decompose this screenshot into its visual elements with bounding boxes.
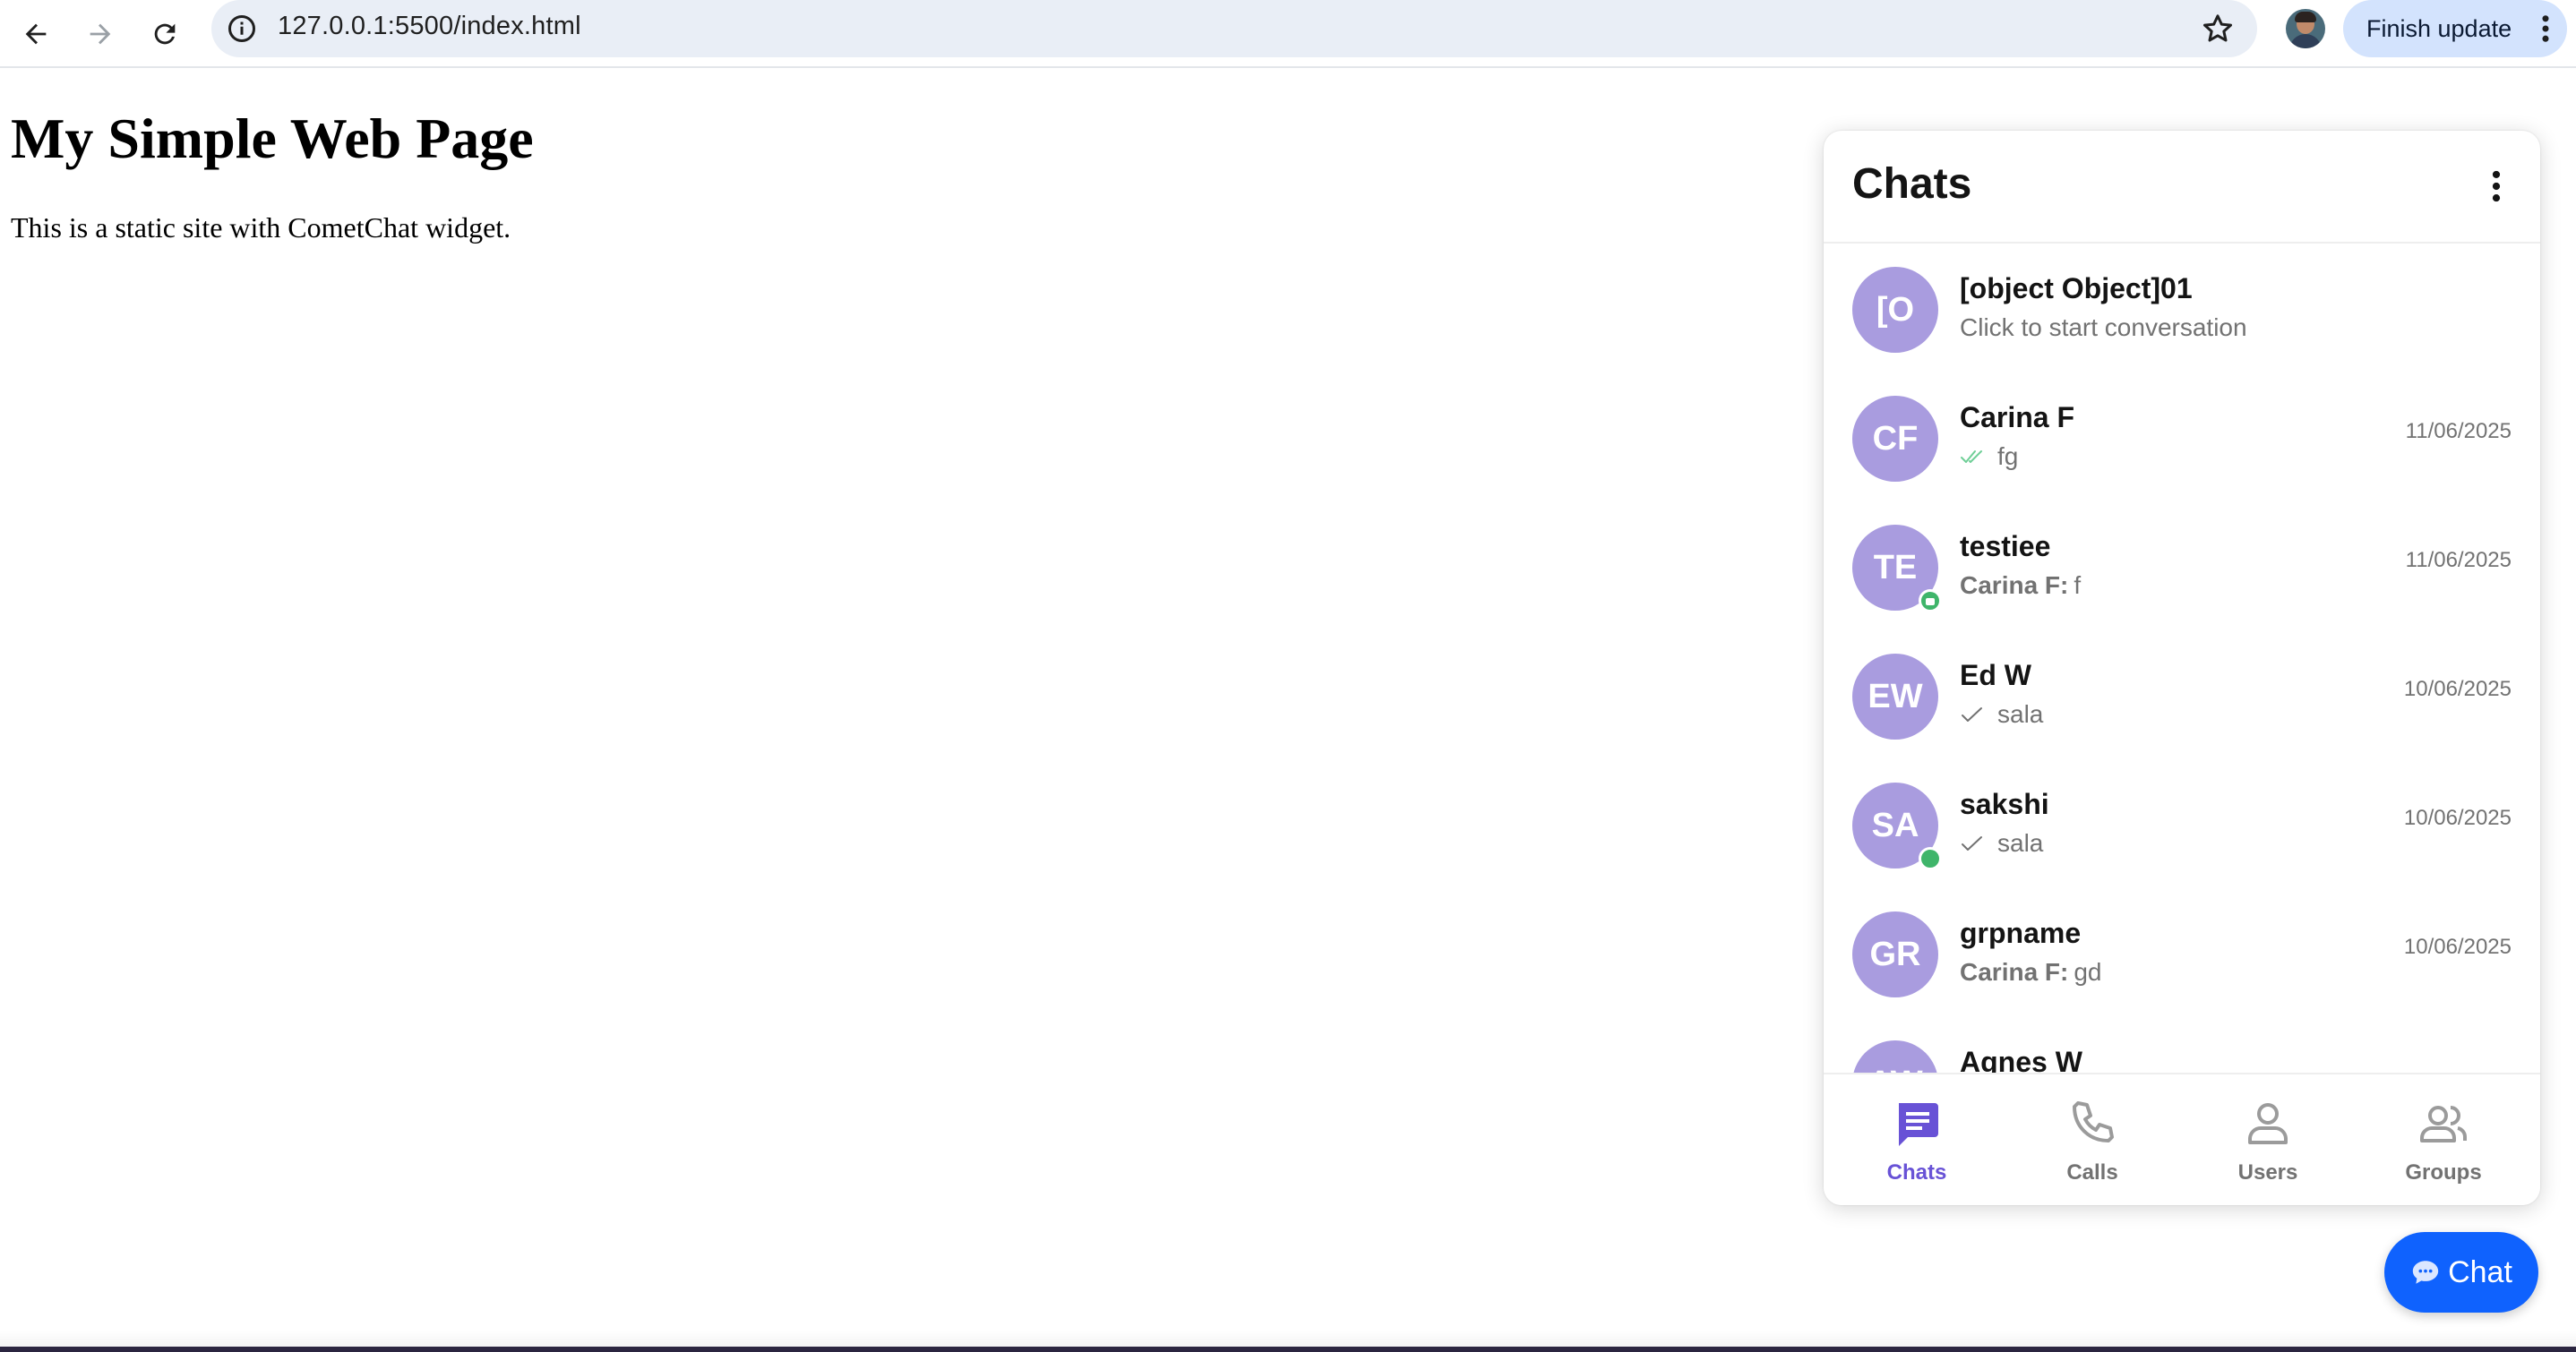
sent-receipt-icon xyxy=(1962,836,1982,851)
group-icon xyxy=(2420,1106,2467,1142)
conversation-item[interactable]: TE testiee Carina F: f 11/06/2025 xyxy=(1824,503,2540,632)
message-sender: Carina F: xyxy=(1960,571,2069,599)
widget-header: Chats xyxy=(1824,131,2540,244)
tab-calls[interactable]: Calls xyxy=(2005,1074,2180,1205)
conversation-date: 10/06/2025 xyxy=(2403,806,2512,830)
forward-button[interactable] xyxy=(75,9,125,59)
conversation-subtitle: Click to start conversation xyxy=(1960,313,2247,342)
more-vert-icon[interactable] xyxy=(2492,170,2501,202)
arrow-left-icon xyxy=(25,23,47,45)
widget-title: Chats xyxy=(1852,160,1972,208)
finish-update-label: Finish update xyxy=(2366,14,2512,42)
last-message: Click to start conversation xyxy=(1960,313,2247,341)
conversation-item[interactable]: CF Carina F fg 11/06/2025 xyxy=(1824,374,2540,503)
more-vert-icon[interactable] xyxy=(2540,14,2551,43)
taskbar-edge xyxy=(0,1347,2576,1352)
info-icon[interactable] xyxy=(226,13,258,45)
conversation-list[interactable]: [O [object Object]01 Click to start conv… xyxy=(1824,245,2540,1073)
avatar: CF xyxy=(1852,396,1938,482)
conversation-name: Ed W xyxy=(1960,659,2031,691)
avatar: [O xyxy=(1852,267,1938,353)
address-bar[interactable]: 127.0.0.1:5500/index.html xyxy=(211,0,2257,57)
profile-avatar[interactable] xyxy=(2286,9,2325,48)
tab-users[interactable]: Users xyxy=(2180,1074,2356,1205)
read-receipt-icon xyxy=(1961,450,1982,463)
conversation-name: [object Object]01 xyxy=(1960,272,2193,304)
user-icon xyxy=(2248,1103,2288,1144)
chat-widget: Chats [O [object Object]01 Click to star… xyxy=(1824,131,2540,1205)
star-icon[interactable] xyxy=(2200,11,2236,47)
tab-chats[interactable]: Chats xyxy=(1829,1074,2005,1205)
conversation-subtitle: Carina F: gd xyxy=(1960,958,2102,987)
private-group-badge xyxy=(1919,589,1942,612)
browser-toolbar: 127.0.0.1:5500/index.html Finish update xyxy=(0,0,2576,68)
launcher-label: Chat xyxy=(2448,1254,2512,1289)
conversation-name: sakshi xyxy=(1960,788,2049,820)
last-message: fg xyxy=(1997,442,2019,470)
last-message: f xyxy=(2074,571,2082,599)
avatar: EW xyxy=(1852,654,1938,740)
conversation-name: Carina F xyxy=(1960,401,2075,433)
conversation-date: 11/06/2025 xyxy=(2405,548,2512,572)
speech-bubble-icon xyxy=(2412,1261,2439,1284)
conversation-subtitle: sala xyxy=(1960,700,2043,729)
conversation-date: 10/06/2025 xyxy=(2403,935,2512,959)
chats-icon xyxy=(1899,1103,1938,1146)
conversation-subtitle: Carina F: f xyxy=(1960,571,2081,600)
message-sender: Carina F: xyxy=(1960,958,2069,986)
online-status-dot xyxy=(1919,847,1942,870)
reload-icon xyxy=(154,23,176,45)
conversation-name: testiee xyxy=(1960,530,2051,562)
conversation-name: Agnes W xyxy=(1960,1046,2082,1073)
page-paragraph: This is a static site with CometChat wid… xyxy=(11,211,511,244)
arrow-right-icon xyxy=(90,23,111,45)
tab-label: Calls xyxy=(2066,1160,2118,1185)
avatar: AW xyxy=(1852,1040,1938,1073)
tab-groups[interactable]: Groups xyxy=(2356,1074,2531,1205)
page-title: My Simple Web Page xyxy=(11,107,534,170)
conversation-subtitle: sala xyxy=(1960,829,2043,858)
last-message: sala xyxy=(1997,700,2044,728)
tab-label: Groups xyxy=(2405,1160,2482,1185)
conversation-subtitle: fg xyxy=(1960,442,2018,471)
conversation-date: 10/06/2025 xyxy=(2403,677,2512,701)
bottom-tab-bar: Chats Calls Users Groups xyxy=(1824,1073,2540,1205)
conversation-item[interactable]: GR grpname Carina F: gd 10/06/2025 xyxy=(1824,890,2540,1019)
last-message: sala xyxy=(1997,829,2044,857)
tab-label: Chats xyxy=(1886,1160,1947,1185)
conversation-name: grpname xyxy=(1960,917,2082,949)
reload-button[interactable] xyxy=(140,9,190,59)
chat-launcher-button[interactable]: Chat xyxy=(2384,1232,2538,1313)
last-message: gd xyxy=(2074,958,2102,986)
back-button[interactable] xyxy=(11,9,61,59)
url-text[interactable]: 127.0.0.1:5500/index.html xyxy=(278,12,581,41)
phone-icon xyxy=(2073,1101,2114,1142)
finish-update-button[interactable]: Finish update xyxy=(2343,0,2567,57)
avatar: GR xyxy=(1852,911,1938,997)
conversation-item[interactable]: EW Ed W sala 10/06/2025 xyxy=(1824,632,2540,761)
conversation-item[interactable]: [O [object Object]01 Click to start conv… xyxy=(1824,245,2540,374)
conversation-item[interactable]: SA sakshi sala 10/06/2025 xyxy=(1824,761,2540,890)
tab-label: Users xyxy=(2237,1160,2298,1185)
conversation-item[interactable]: AW Agnes W xyxy=(1824,1019,2540,1073)
conversation-date: 11/06/2025 xyxy=(2405,419,2512,443)
sent-receipt-icon xyxy=(1962,707,1982,722)
